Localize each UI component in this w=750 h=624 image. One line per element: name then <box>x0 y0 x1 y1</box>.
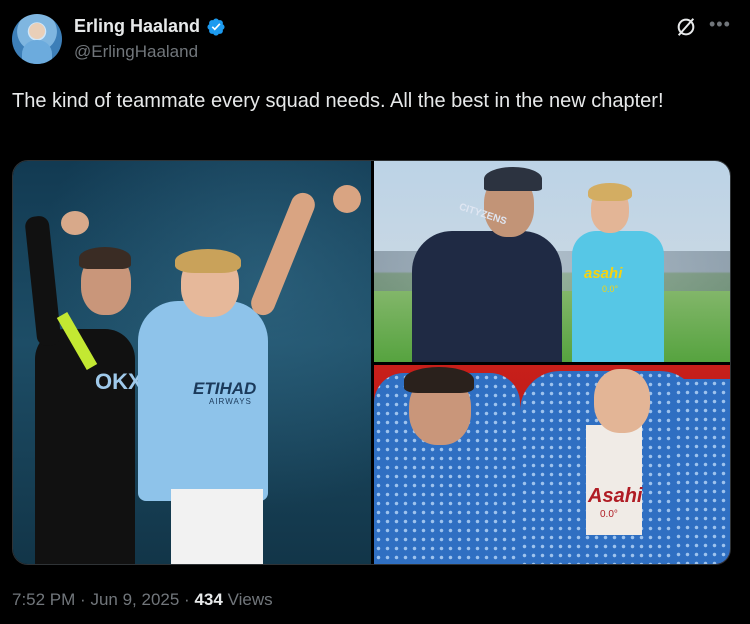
author-name-row: Erling Haaland <box>74 16 226 37</box>
coach-cap <box>484 167 542 191</box>
views-count: 434 <box>194 590 223 609</box>
third-person-jacket <box>674 379 730 564</box>
tweet-date[interactable]: Jun 9, 2025 <box>90 590 179 609</box>
player-shirt-sponsor-sub: AIRWAYS <box>209 397 252 406</box>
photo-training[interactable]: CITYZENS asahi 0.0° <box>374 161 730 362</box>
coach-bench-hair <box>404 367 474 393</box>
coach-fist <box>61 211 89 235</box>
player-shorts <box>171 489 263 564</box>
meta-separator: · <box>80 590 86 609</box>
training-vest-sponsor-sub: 0.0° <box>602 284 619 294</box>
photo-celebration[interactable]: OKX ETIHAD AIRWAYS <box>13 161 371 564</box>
photo-bench[interactable]: Asahi 0.0° <box>374 365 730 564</box>
tweet-time[interactable]: 7:52 PM <box>12 590 75 609</box>
tweet-metadata: 7:52 PM · Jun 9, 2025 · 434 Views <box>12 590 273 610</box>
player-hair <box>175 249 241 273</box>
player-fist <box>333 185 361 213</box>
coach-training-top <box>412 231 562 362</box>
training-vest-sponsor: asahi <box>584 265 623 282</box>
coach-shirt-sponsor: OKX <box>95 369 143 394</box>
coach-hair <box>79 247 131 269</box>
author-avatar[interactable] <box>12 14 62 64</box>
verified-badge-icon <box>207 17 225 36</box>
meta-separator: · <box>184 590 190 609</box>
player-training-hair <box>588 183 632 201</box>
grok-icon[interactable] <box>675 16 697 38</box>
views-label: Views <box>227 590 273 609</box>
player-training-vest <box>572 231 664 362</box>
tweet-card: Erling Haaland @ErlingHaaland ••• The ki… <box>0 0 750 624</box>
player-bench-head <box>594 369 650 433</box>
more-options-icon[interactable]: ••• <box>709 14 731 35</box>
bench-shirt-sponsor: Asahi <box>588 485 643 507</box>
author-handle[interactable]: @ErlingHaaland <box>74 42 198 62</box>
media-grid: OKX ETIHAD AIRWAYS CITYZENS asahi 0.0° A… <box>12 160 731 565</box>
bench-shirt-sponsor-sub: 0.0° <box>600 509 618 520</box>
player-shirt-sponsor: ETIHAD <box>193 379 257 398</box>
tweet-text: The kind of teammate every squad needs. … <box>12 90 664 112</box>
author-display-name[interactable]: Erling Haaland <box>74 16 200 37</box>
